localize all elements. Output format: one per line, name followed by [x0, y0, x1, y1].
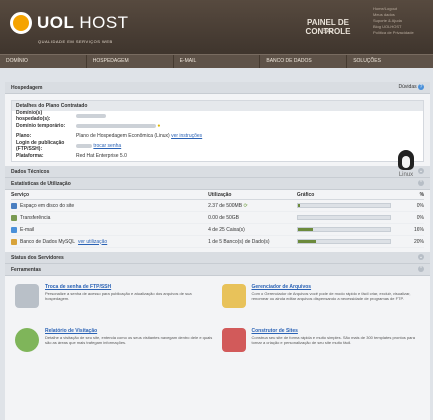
stats-table: Serviço Utilização Gráfico % Espaço em d… [11, 190, 424, 248]
nav-banco-de-dados[interactable]: BANCO DE DADOS [260, 55, 348, 68]
tool-gerenciador-arquivos[interactable]: Gerenciador de Arquivos Com o Gerenciado… [218, 280, 425, 316]
collapse-icon[interactable]: ⌃ [418, 180, 424, 186]
temp-domain-redacted [76, 123, 156, 128]
trocar-senha-link[interactable]: trocar senha [93, 143, 121, 149]
disk-icon [11, 202, 17, 209]
usage-bar [296, 215, 391, 220]
section-hospedagem: Hospedagem Dúvidas ? [5, 82, 430, 94]
plan-details-box: Detalhes do Plano Contratado Domínio(s) … [11, 100, 424, 162]
section-estatisticas[interactable]: Estatísticas de Utilização ⌃ [5, 178, 430, 190]
nav-email[interactable]: E-MAIL [174, 55, 261, 68]
row-dominio: Domínio(s) hospedado(s): [12, 110, 423, 122]
expand-icon[interactable]: ⌄ [418, 254, 424, 260]
main-nav: DOMÍNIO HOSPEDAGEM E-MAIL BANCO DE DADOS… [0, 54, 433, 68]
duvidas-link[interactable]: Dúvidas ? [399, 84, 424, 90]
table-row: Espaço em disco do site 2.37 de 500MB ⟳ … [11, 200, 424, 212]
chart-icon [15, 328, 39, 352]
usage-bar-fill [297, 228, 313, 231]
top-header: UOL HOST QUALIDADE EM SERVIÇOS WEB PAINE… [0, 0, 433, 54]
header-link-privacidade[interactable]: Política de Privacidade [373, 30, 431, 36]
header-links: Home/Logout Meus dados Suporte & Ajuda B… [373, 6, 431, 36]
brand-name: UOL HOST [37, 13, 129, 32]
panel-subtitle: SAV [323, 29, 333, 35]
login-redacted [76, 143, 92, 148]
folder-icon [221, 284, 246, 308]
table-row: Transferência 0.00 de 50GB 0% [11, 212, 424, 224]
section-ferramentas[interactable]: Ferramentas ⌃ [5, 264, 430, 276]
email-icon [11, 226, 17, 233]
usage-bar [296, 227, 391, 232]
nav-hospedagem[interactable]: HOSPEDAGEM [87, 55, 174, 68]
section-dados-tecnicos[interactable]: Dados Técnicos ⌄ [5, 166, 430, 178]
help-icon[interactable]: ? [418, 84, 424, 90]
nav-dominio[interactable]: DOMÍNIO [0, 55, 87, 68]
table-row: Banco de Dados MySQL ver utilização 1 de… [11, 236, 424, 248]
row-plataforma: Plataforma: Red Hat Enterprise 5.0 [16, 153, 127, 159]
uol-host-logo[interactable]: UOL HOST [10, 12, 129, 34]
usage-bar-fill [297, 240, 317, 243]
keys-icon [15, 284, 39, 308]
table-row: E-mail 4 de 25 Caixa(s) 16% [11, 224, 424, 236]
tool-troca-senha[interactable]: Troca de senha de FTP/SSH Personalize a … [11, 280, 218, 316]
logo-circle-icon [10, 12, 32, 34]
stats-table-header: Serviço Utilização Gráfico % [11, 190, 424, 200]
main-content: Hospedagem Dúvidas ? Detalhes do Plano C… [5, 82, 430, 420]
linux-tux-icon: Linux [394, 150, 418, 178]
ver-instrucoes-link[interactable]: ver instruções [171, 133, 202, 139]
builder-icon [221, 328, 246, 352]
expand-icon[interactable]: ⌄ [418, 168, 424, 174]
collapse-icon[interactable]: ⌃ [418, 266, 424, 272]
database-icon [11, 238, 17, 245]
os-label: Linux [398, 172, 414, 178]
usage-bar-fill [297, 204, 300, 207]
transfer-icon [11, 214, 17, 221]
usage-bar [296, 239, 391, 244]
brand-subtitle: QUALIDADE EM SERVIÇOS WEB [38, 39, 113, 44]
tool-construtor-sites[interactable]: Construtor de Sites Construa seu site de… [218, 324, 425, 360]
ver-utilizacao-link[interactable]: ver utilização [78, 239, 107, 245]
domain-value-redacted [76, 113, 106, 118]
row-login: Login de publicação (FTP/SSH): trocar se… [16, 140, 122, 152]
nav-solucoes[interactable]: SOLUÇÕES [347, 55, 433, 68]
tool-relatorio-visitacao[interactable]: Relatório de Visitação Detalhe a visitaç… [11, 324, 218, 360]
usage-bar [296, 203, 391, 208]
section-status-servidores[interactable]: Status dos Servidores ⌄ [5, 252, 430, 264]
lightbulb-icon: ● [157, 123, 161, 129]
row-dominio-temporario: Domínio temporário: ● [16, 123, 161, 129]
refresh-icon[interactable]: ⟳ [243, 203, 247, 209]
tools-grid: Troca de senha de FTP/SSH Personalize a … [11, 280, 424, 360]
